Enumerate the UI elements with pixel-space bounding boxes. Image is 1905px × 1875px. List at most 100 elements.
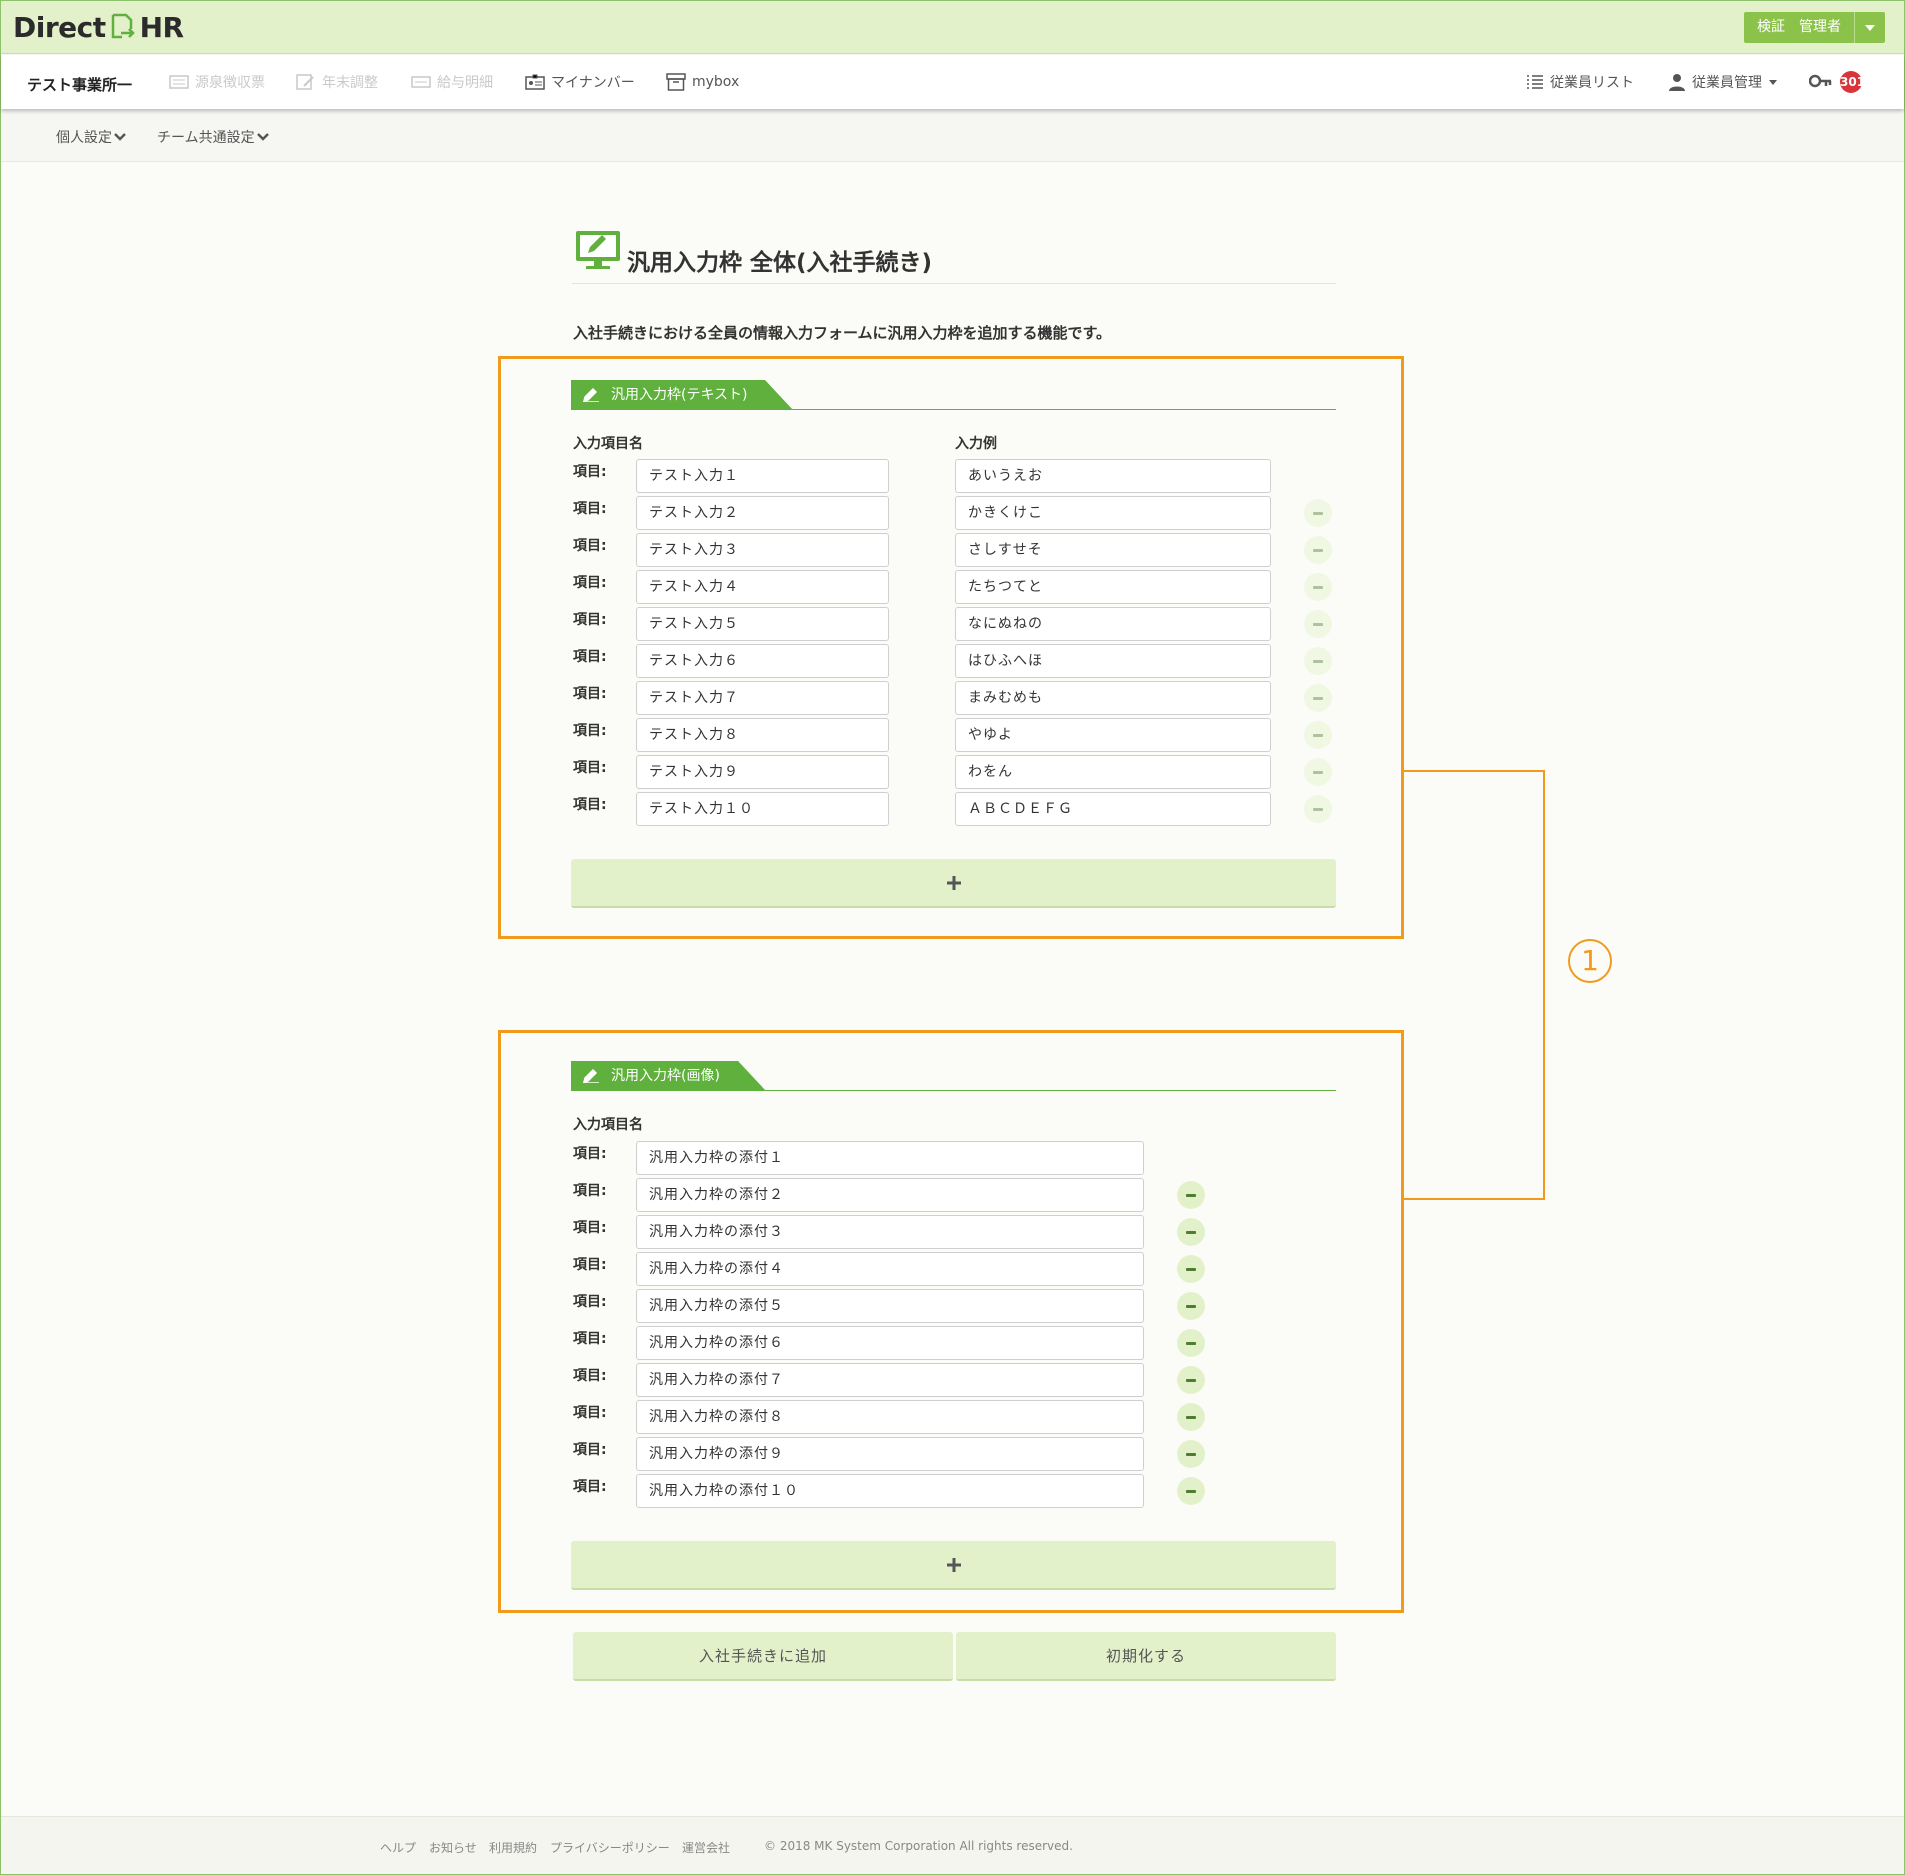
nav-item-payslip[interactable]: 給与明細: [411, 71, 493, 93]
remove-row-button[interactable]: [1177, 1181, 1205, 1209]
attachment-name-input[interactable]: 汎用入力枠の添付３: [636, 1215, 1144, 1249]
item-name-input[interactable]: テスト入力５: [636, 607, 889, 641]
remove-row-button[interactable]: [1304, 536, 1332, 564]
footer-link-company[interactable]: 運営会社: [682, 1839, 730, 1856]
column-header-example: 入力例: [955, 436, 997, 452]
minus-icon: [1313, 696, 1323, 700]
item-example-input[interactable]: あいうえお: [955, 459, 1271, 493]
item-name-input[interactable]: テスト入力１０: [636, 792, 889, 826]
footer-link-help[interactable]: ヘルプ: [380, 1839, 416, 1856]
row-label: 項目:: [573, 723, 607, 739]
minus-icon: [1313, 770, 1323, 774]
minus-icon: [1313, 511, 1323, 515]
nav-label: 従業員管理: [1692, 75, 1762, 91]
notification-badge[interactable]: 301: [1840, 71, 1865, 93]
user-menu-button[interactable]: 検証 管理者: [1744, 12, 1885, 43]
item-example-input[interactable]: はひふへほ: [955, 644, 1271, 678]
footer-link-news[interactable]: お知らせ: [429, 1839, 477, 1856]
attachment-name-input[interactable]: 汎用入力枠の添付１: [636, 1141, 1144, 1175]
item-name-input[interactable]: テスト入力９: [636, 755, 889, 789]
office-name[interactable]: テスト事業所一: [27, 74, 132, 95]
attachment-name-input[interactable]: 汎用入力枠の添付２: [636, 1178, 1144, 1212]
remove-row-button[interactable]: [1177, 1292, 1205, 1320]
item-name-input[interactable]: テスト入力３: [636, 533, 889, 567]
column-header-name: 入力項目名: [573, 1117, 643, 1133]
attachment-name-input[interactable]: 汎用入力枠の添付６: [636, 1326, 1144, 1360]
footer-link-terms[interactable]: 利用規約: [489, 1839, 537, 1856]
nav-item-withholding[interactable]: 源泉徴収票: [169, 71, 265, 93]
row-label: 項目:: [573, 1479, 607, 1495]
remove-row-button[interactable]: [1304, 647, 1332, 675]
logo[interactable]: Direct HR: [13, 9, 184, 45]
nav-item-mybox[interactable]: mybox: [666, 71, 739, 93]
nav-item-year-end[interactable]: 年末調整: [296, 71, 378, 93]
attachment-name-input[interactable]: 汎用入力枠の添付５: [636, 1289, 1144, 1323]
attachment-name-input[interactable]: 汎用入力枠の添付４: [636, 1252, 1144, 1286]
add-text-row-button[interactable]: [571, 859, 1336, 908]
remove-row-button[interactable]: [1304, 795, 1332, 823]
footer-copyright: © 2018 MK System Corporation All rights …: [764, 1839, 1073, 1853]
notifications-button[interactable]: [1809, 71, 1839, 93]
footer: ヘルプ お知らせ 利用規約 プライバシーポリシー 運営会社 © 2018 MK …: [1, 1816, 1904, 1874]
item-name-input[interactable]: テスト入力２: [636, 496, 889, 530]
remove-row-button[interactable]: [1304, 499, 1332, 527]
remove-row-button[interactable]: [1177, 1329, 1205, 1357]
user-name[interactable]: 検証 管理者: [1744, 12, 1855, 43]
attachment-name-input[interactable]: 汎用入力枠の添付９: [636, 1437, 1144, 1471]
nav-item-mynumber[interactable]: マイナンバー: [525, 71, 635, 93]
remove-row-button[interactable]: [1177, 1440, 1205, 1468]
item-name-input[interactable]: テスト入力８: [636, 718, 889, 752]
caret-down-icon[interactable]: [1855, 12, 1885, 43]
subnav-personal-settings[interactable]: 個人設定: [56, 127, 126, 147]
item-example-input[interactable]: なにぬねの: [955, 607, 1271, 641]
plus-icon: [946, 875, 961, 890]
remove-row-button[interactable]: [1304, 721, 1332, 749]
remove-row-button[interactable]: [1177, 1218, 1205, 1246]
minus-icon: [1186, 1193, 1196, 1197]
nav-label: mybox: [692, 74, 740, 90]
row-label: 項目:: [573, 1183, 607, 1199]
payslip-icon: [411, 76, 431, 88]
row-label: 項目:: [573, 1368, 607, 1384]
sub-nav: 個人設定 チーム共通設定: [1, 109, 1904, 162]
item-name-input[interactable]: テスト入力７: [636, 681, 889, 715]
remove-row-button[interactable]: [1177, 1255, 1205, 1283]
minus-icon: [1186, 1304, 1196, 1308]
item-example-input[interactable]: たちつてと: [955, 570, 1271, 604]
box-icon: [666, 73, 686, 91]
subnav-team-settings[interactable]: チーム共通設定: [157, 127, 269, 147]
item-name-input[interactable]: テスト入力１: [636, 459, 889, 493]
item-example-input[interactable]: やゆよ: [955, 718, 1271, 752]
year-end-icon: [296, 74, 314, 90]
chevron-down-icon: [114, 133, 126, 141]
logo-text-right: HR: [139, 10, 185, 44]
nav-item-employee-management[interactable]: 従業員管理: [1668, 71, 1786, 93]
add-to-onboarding-button[interactable]: 入社手続きに追加: [573, 1632, 953, 1681]
item-example-input[interactable]: まみむめも: [955, 681, 1271, 715]
minus-icon: [1186, 1415, 1196, 1419]
item-example-input[interactable]: かきくけこ: [955, 496, 1271, 530]
item-example-input[interactable]: ＡＢＣＤＥＦＧ: [955, 792, 1271, 826]
remove-row-button[interactable]: [1304, 684, 1332, 712]
item-name-input[interactable]: テスト入力６: [636, 644, 889, 678]
remove-row-button[interactable]: [1304, 610, 1332, 638]
row-label: 項目:: [573, 760, 607, 776]
item-name-input[interactable]: テスト入力４: [636, 570, 889, 604]
remove-row-button[interactable]: [1177, 1477, 1205, 1505]
attachment-name-input[interactable]: 汎用入力枠の添付１０: [636, 1474, 1144, 1508]
remove-row-button[interactable]: [1304, 758, 1332, 786]
attachment-name-input[interactable]: 汎用入力枠の添付８: [636, 1400, 1144, 1434]
item-example-input[interactable]: わをん: [955, 755, 1271, 789]
reset-button[interactable]: 初期化する: [956, 1632, 1336, 1681]
add-image-row-button[interactable]: [571, 1541, 1336, 1590]
remove-row-button[interactable]: [1177, 1366, 1205, 1394]
row-label: 項目:: [573, 797, 607, 813]
item-example-input[interactable]: さしすせそ: [955, 533, 1271, 567]
remove-row-button[interactable]: [1177, 1403, 1205, 1431]
row-label: 項目:: [573, 464, 607, 480]
minus-icon: [1186, 1341, 1196, 1345]
footer-link-privacy[interactable]: プライバシーポリシー: [550, 1839, 670, 1856]
attachment-name-input[interactable]: 汎用入力枠の添付７: [636, 1363, 1144, 1397]
remove-row-button[interactable]: [1304, 573, 1332, 601]
nav-item-employee-list[interactable]: 従業員リスト: [1526, 71, 1634, 93]
